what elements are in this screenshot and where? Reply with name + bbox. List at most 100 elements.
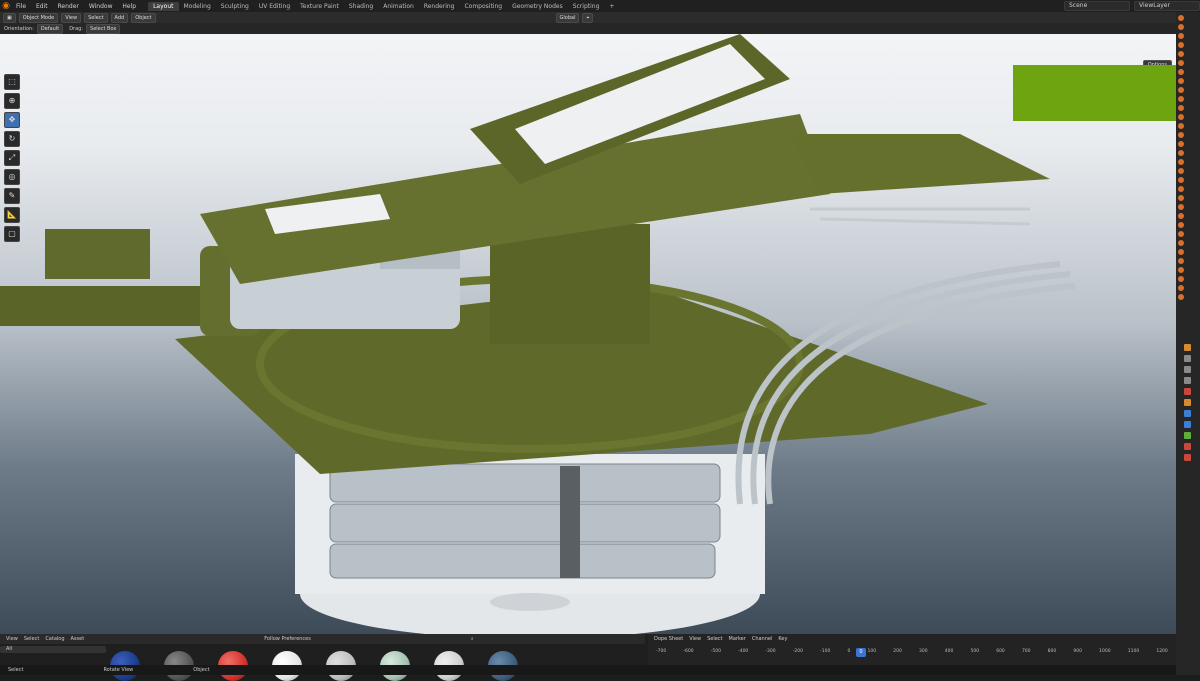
current-frame-indicator[interactable]: 0 (856, 648, 866, 657)
visibility-icon[interactable] (1178, 240, 1184, 246)
render-properties-icon[interactable] (1184, 355, 1191, 362)
visibility-icon[interactable] (1178, 159, 1184, 165)
visibility-icon[interactable] (1178, 168, 1184, 174)
visibility-icon[interactable] (1178, 294, 1184, 300)
visibility-icon[interactable] (1178, 33, 1184, 39)
modifier-properties-icon[interactable] (1184, 410, 1191, 417)
visibility-icon[interactable] (1178, 132, 1184, 138)
add-workspace-icon[interactable]: + (604, 2, 619, 11)
visibility-icon[interactable] (1178, 15, 1184, 21)
3d-viewport[interactable]: ⬚ ⊕ ✥ ↻ ⤢ ◎ ✎ 📐 ▢ Options (0, 34, 1176, 634)
asset-search-icon[interactable]: ⌕ (471, 636, 474, 642)
visibility-icon[interactable] (1178, 204, 1184, 210)
asset-filter-dropdown[interactable]: All (0, 646, 106, 653)
menu-window[interactable]: Window (85, 3, 117, 10)
visibility-icon[interactable] (1178, 105, 1184, 111)
visibility-icon[interactable] (1178, 285, 1184, 291)
dope-select-menu[interactable]: Select (707, 636, 722, 642)
dope-key-menu[interactable]: Key (778, 636, 787, 642)
physics-properties-icon[interactable] (1184, 421, 1191, 428)
object-properties-icon[interactable] (1184, 399, 1191, 406)
tab-animation[interactable]: Animation (378, 2, 419, 11)
tab-shading[interactable]: Shading (344, 2, 378, 11)
timeline-ruler[interactable]: -700 -600 -500 -400 -300 -200 -100 0 100… (648, 649, 1176, 658)
tab-modeling[interactable]: Modeling (179, 2, 216, 11)
data-properties-icon[interactable] (1184, 432, 1191, 439)
add-menu[interactable]: Add (110, 12, 129, 23)
visibility-icon[interactable] (1178, 249, 1184, 255)
tab-sculpting[interactable]: Sculpting (216, 2, 254, 11)
visibility-icon[interactable] (1178, 51, 1184, 57)
dope-channel-menu[interactable]: Channel (752, 636, 773, 642)
viewlayer-field[interactable]: ViewLayer (1134, 1, 1200, 11)
visibility-icon[interactable] (1178, 78, 1184, 84)
menu-render[interactable]: Render (54, 3, 83, 10)
tab-scripting[interactable]: Scripting (568, 2, 605, 11)
output-properties-icon[interactable] (1184, 366, 1191, 373)
view-menu[interactable]: View (61, 12, 82, 23)
view-layer-properties-icon[interactable] (1184, 377, 1191, 384)
visibility-icon[interactable] (1178, 42, 1184, 48)
move-icon[interactable]: ✥ (4, 112, 20, 128)
snap-icon[interactable]: ⌖ (582, 12, 594, 23)
tab-geometry-nodes[interactable]: Geometry Nodes (507, 2, 568, 11)
visibility-icon[interactable] (1178, 267, 1184, 273)
menu-help[interactable]: Help (118, 3, 140, 10)
blender-logo-icon[interactable]: ◉ (0, 0, 12, 12)
select-box-icon[interactable]: ⬚ (4, 74, 20, 90)
scale-icon[interactable]: ⤢ (4, 150, 20, 166)
visibility-icon[interactable] (1178, 60, 1184, 66)
scene-field[interactable]: Scene (1064, 1, 1130, 11)
visibility-icon[interactable] (1178, 213, 1184, 219)
mode-dropdown[interactable]: Object Mode (18, 12, 59, 23)
visibility-icon[interactable] (1178, 177, 1184, 183)
transform-orientation-dropdown[interactable]: Global (555, 12, 580, 23)
dope-view-menu[interactable]: View (689, 636, 701, 642)
visibility-icon[interactable] (1178, 186, 1184, 192)
menu-edit[interactable]: Edit (32, 3, 52, 10)
visibility-icon[interactable] (1178, 276, 1184, 282)
asset-select-menu[interactable]: Select (24, 636, 39, 642)
asset-view-menu[interactable]: View (6, 636, 18, 642)
visibility-icon[interactable] (1178, 141, 1184, 147)
dope-sheet-editor-dropdown[interactable]: Dope Sheet (654, 636, 683, 642)
visibility-icon[interactable] (1178, 69, 1184, 75)
scene-properties-icon[interactable] (1184, 388, 1191, 395)
main-menu: File Edit Render Window Help (12, 3, 140, 10)
asset-catalog-menu[interactable]: Catalog (45, 636, 64, 642)
visibility-icon[interactable] (1178, 123, 1184, 129)
tab-texture-paint[interactable]: Texture Paint (295, 2, 344, 11)
drag-dropdown[interactable]: Select Box (86, 23, 121, 34)
editor-type-button[interactable]: ▣ (3, 12, 16, 23)
visibility-icon[interactable] (1178, 150, 1184, 156)
measure-icon[interactable]: 📐 (4, 207, 20, 223)
tab-rendering[interactable]: Rendering (419, 2, 460, 11)
material-properties-icon[interactable] (1184, 443, 1191, 450)
tab-uv-editing[interactable]: UV Editing (254, 2, 295, 11)
visibility-icon[interactable] (1178, 195, 1184, 201)
add-cube-icon[interactable]: ▢ (4, 226, 20, 242)
dope-marker-menu[interactable]: Marker (729, 636, 746, 642)
object-menu[interactable]: Object (131, 12, 156, 23)
menu-file[interactable]: File (12, 3, 30, 10)
orientation-dropdown[interactable]: Default (36, 23, 64, 34)
select-menu[interactable]: Select (84, 12, 108, 23)
visibility-icon[interactable] (1178, 231, 1184, 237)
annotate-icon[interactable]: ✎ (4, 188, 20, 204)
visibility-icon[interactable] (1178, 96, 1184, 102)
tab-layout[interactable]: Layout (148, 1, 179, 11)
transform-icon[interactable]: ◎ (4, 169, 20, 185)
texture-properties-icon[interactable] (1184, 454, 1191, 461)
cursor-icon[interactable]: ⊕ (4, 93, 20, 109)
tool-properties-icon[interactable] (1184, 344, 1191, 351)
asset-asset-menu[interactable]: Asset (71, 636, 85, 642)
visibility-icon[interactable] (1178, 222, 1184, 228)
follow-preferences-dropdown[interactable]: Follow Preferences (264, 636, 311, 642)
tick-label: 0 (847, 649, 851, 654)
rotate-icon[interactable]: ↻ (4, 131, 20, 147)
visibility-icon[interactable] (1178, 24, 1184, 30)
visibility-icon[interactable] (1178, 258, 1184, 264)
visibility-icon[interactable] (1178, 114, 1184, 120)
tab-compositing[interactable]: Compositing (459, 2, 507, 11)
visibility-icon[interactable] (1178, 87, 1184, 93)
